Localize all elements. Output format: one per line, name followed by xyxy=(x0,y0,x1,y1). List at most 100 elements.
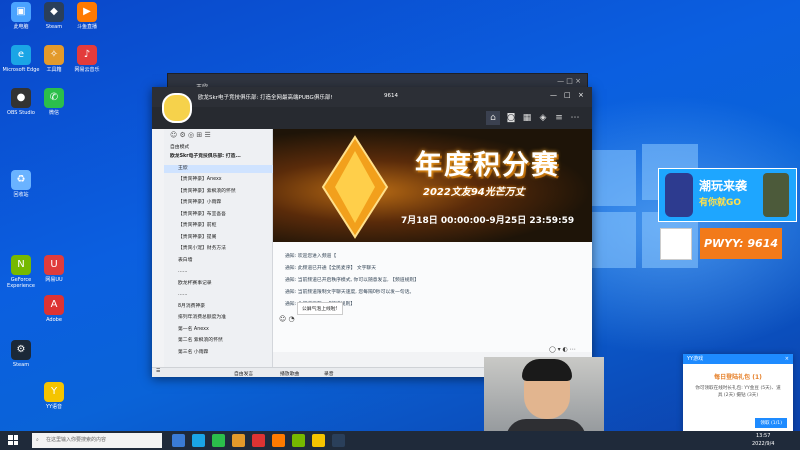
music-icon: ♪ xyxy=(77,45,97,65)
banner-subtitle: 2022文友94光芒万丈 xyxy=(423,187,525,198)
notification-popup[interactable]: YY游戏 × 每日登陆礼包 (1) 你可领取在线时长礼包: YY金豆 (5天)、… xyxy=(683,354,793,434)
taskbar-date[interactable]: 2022/9/4 xyxy=(752,441,774,447)
steam-icon-2: ⚙ xyxy=(11,340,31,360)
window-maximize-button[interactable]: □ xyxy=(564,91,571,99)
desktop-icon-label: 网易云音乐 xyxy=(74,67,100,73)
desktop-icon-13[interactable]: Y YY语音 xyxy=(35,382,73,410)
window-minimize-button[interactable]: — xyxy=(550,91,557,99)
taskbar-app-icon[interactable] xyxy=(172,434,185,447)
notification-body: 你可领取在线时长礼包: YY金豆 (5天)、道具 (2天) 摄钻 (3天) xyxy=(695,386,781,398)
desktop-icon-8[interactable]: ♻ 回收站 xyxy=(2,170,40,198)
sidebar-row[interactable]: 【贵宾神豪】紫枫浪的怀然 xyxy=(164,188,286,197)
home-icon[interactable]: ⌂ xyxy=(486,111,500,125)
sidebar-row[interactable]: …… xyxy=(164,291,286,300)
notification-app: YY游戏 xyxy=(687,356,704,362)
uu-icon: U xyxy=(44,255,64,275)
sidebar-row[interactable]: 【贵宾神豪】Anexx xyxy=(164,176,286,185)
desktop-icon-12[interactable]: ⚙ Steam xyxy=(2,340,40,368)
taskbar-app-icon[interactable] xyxy=(272,434,285,447)
sidebar-row[interactable]: …… xyxy=(164,268,286,277)
menu-icon[interactable]: ≡ xyxy=(552,111,566,125)
sidebar-row[interactable]: 第一名 Anexx xyxy=(164,326,286,335)
sidebar-row[interactable]: 排列年消费总额度为准 xyxy=(164,314,286,323)
promo-title: 潮玩来袭 xyxy=(699,179,748,193)
sidebar-row[interactable]: 【贵宾神豪】提阁 xyxy=(164,234,286,243)
yy-icon: Y xyxy=(44,382,64,402)
pwyy-label: PWYY: 9614 xyxy=(700,228,782,259)
channel-avatar[interactable] xyxy=(162,93,192,123)
start-button[interactable] xyxy=(8,435,18,445)
sidebar-row[interactable]: 【贵宾神豪】小雨霖 xyxy=(164,199,286,208)
table-icon[interactable]: ▦ xyxy=(520,111,534,125)
desktop-icon-label: 网易UU xyxy=(45,277,63,283)
bottom-menu-icon[interactable]: ☰ xyxy=(156,369,160,374)
desktop-icon-label: Steam xyxy=(12,362,30,368)
promo-soldier xyxy=(763,173,789,217)
desktop-icon-11[interactable]: A Adobe xyxy=(35,295,73,323)
game-icon[interactable]: ◙ xyxy=(504,111,518,125)
wechat-icon: ✆ xyxy=(44,88,64,108)
play-song-button[interactable]: 播放歌曲 xyxy=(280,370,299,377)
desktop-icon-7[interactable]: ✆ 微信 xyxy=(35,88,73,116)
diamond-trophy-icon xyxy=(321,135,389,239)
sidebar-row[interactable]: 欧龙Skr电子竞技俱乐部: 打造... xyxy=(164,153,278,162)
sidebar-row[interactable]: 【贵宾神豪】前枢 xyxy=(164,222,286,231)
promo-banner[interactable]: 潮玩来袭 有你就GO xyxy=(658,168,797,222)
channel-title: 欧龙Skr电子竞技俱乐部: 打造全网最高端PUBG俱乐部! xyxy=(198,95,333,101)
window-close-button[interactable]: × xyxy=(578,91,584,99)
search-placeholder: 在这里输入你要搜索的内容 xyxy=(46,437,107,443)
record-button[interactable]: 录音 xyxy=(324,370,334,377)
sidebar-row[interactable]: 第二名 紫枫浪的怀然 xyxy=(164,337,286,346)
steam-icon: ◆ xyxy=(44,2,64,22)
chat-line: 通知: 当前频道已开启秩序模式, 你可以随意发言, 【频道规则】 xyxy=(285,278,419,283)
desktop-icon-label: YY语音 xyxy=(45,404,63,410)
streamer-hair xyxy=(522,359,572,381)
taskbar-search-box[interactable]: ⌕ 在这里输入你要搜索的内容 xyxy=(32,433,162,448)
notification-claim-button[interactable]: 领取 (1/1) xyxy=(755,418,787,428)
channel-id: 9614 xyxy=(384,93,398,99)
sidebar-row[interactable]: 【贵宾小宠】财务方法 xyxy=(164,245,286,254)
sidebar-row[interactable]: 欧龙杯赛事记录 xyxy=(164,280,286,289)
notification-close-icon[interactable]: × xyxy=(785,354,789,364)
promo-subtitle: 有你就GO xyxy=(699,198,742,208)
taskbar-app-icon[interactable] xyxy=(292,434,305,447)
taskbar-app-icon[interactable] xyxy=(332,434,345,447)
chat-input-toolbar[interactable]: ☺ ◔ xyxy=(279,315,295,323)
banner-title: 年度积分赛 xyxy=(415,150,560,181)
notification-title: 每日登陆礼包 (1) xyxy=(714,374,762,381)
taskbar-app-icon[interactable] xyxy=(312,434,325,447)
send-toolbar[interactable]: ◯ ▾ ◐ ⋯ xyxy=(549,346,576,353)
desktop-icon-label: Adobe xyxy=(46,317,62,323)
chat-line: 通知: 此频道已开通【全民麦序】 文字聊天 xyxy=(285,266,377,271)
sidebar-row[interactable]: 王欣 xyxy=(164,164,286,173)
sidebar-row[interactable]: 8月消费神豪 xyxy=(164,303,286,312)
taskbar-time[interactable]: 13:57 xyxy=(756,433,770,439)
sidebar-row[interactable]: 表白墙 xyxy=(164,257,286,266)
desktop-icon-2[interactable]: ▶ 斗鱼直播 xyxy=(68,2,106,30)
taskbar-app-icon[interactable] xyxy=(212,434,225,447)
back-window-controls[interactable]: — □ × xyxy=(557,77,581,85)
sidebar-mode[interactable]: 自由模式 xyxy=(170,143,189,150)
sidebar-row[interactable]: 第三名 小雨霖 xyxy=(164,349,286,358)
title-bar[interactable]: 欧龙Skr电子竞技俱乐部: 打造全网最高端PUBG俱乐部! 9614 — □ × xyxy=(152,87,592,107)
desktop-icon-5[interactable]: ♪ 网易云音乐 xyxy=(68,45,106,73)
desktop-icon-label: 回收站 xyxy=(13,192,29,198)
taskbar-app-icon[interactable] xyxy=(252,434,265,447)
shop-icon[interactable]: ◈ xyxy=(536,111,550,125)
desktop-icon-10[interactable]: U 网易UU xyxy=(35,255,73,283)
taskbar-app-icon[interactable] xyxy=(192,434,205,447)
taskbar-app-icon[interactable] xyxy=(232,434,245,447)
adobe-icon: A xyxy=(44,295,64,315)
desktop-icon-label: 微信 xyxy=(48,110,59,116)
desktop-icon-label: 斗鱼直播 xyxy=(76,24,97,30)
yy-channel-window[interactable]: 欧龙Skr电子竞技俱乐部: 打造全网最高端PUBG俱乐部! 9614 — □ ×… xyxy=(152,87,592,377)
chat-popup: 公屏气泡上线啦! xyxy=(297,302,343,315)
search-icon: ⌕ xyxy=(36,437,39,443)
computer-icon: ▣ xyxy=(11,2,31,22)
mic-mode[interactable]: 自由发言 xyxy=(234,370,253,377)
more-icon[interactable]: ⋯ xyxy=(568,111,582,125)
promo-character xyxy=(665,173,693,217)
sidebar-row[interactable]: 【贵宾神豪】布宜吾吾 xyxy=(164,211,286,220)
event-banner[interactable]: 年度积分赛 2022文友94光芒万丈 7月18日 00:00:00-9月25日 … xyxy=(273,129,592,242)
chat-area[interactable]: 通知: 欢迎您进入频道【 通知: 此频道已开通【全民麦序】 文字聊天 通知: 当前频… xyxy=(273,242,592,353)
